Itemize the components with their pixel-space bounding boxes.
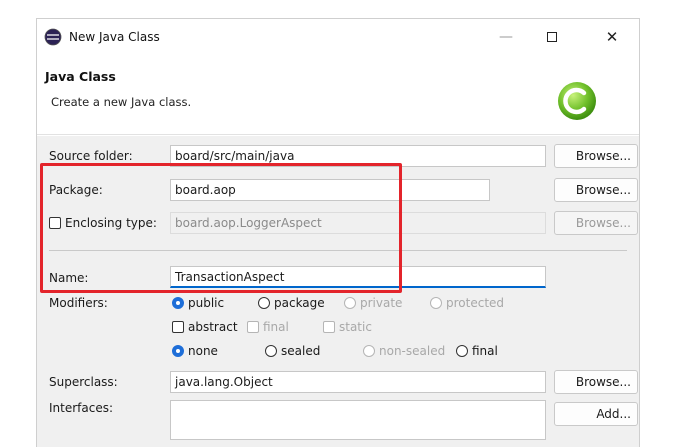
title-bar: New Java Class — ✕: [37, 19, 639, 55]
banner-title: Java Class: [45, 69, 116, 84]
modifier-protected-radio: protected: [430, 296, 504, 310]
kind-non-sealed-radio: non-sealed: [363, 344, 445, 358]
radio-icon: [430, 297, 442, 309]
background-caption: [0, 0, 676, 14]
radio-icon: [344, 297, 356, 309]
radio-icon: [456, 345, 468, 357]
radio-icon: [265, 345, 277, 357]
modifier-final-checkbox: final: [247, 320, 289, 334]
radio-selected-icon: [172, 297, 184, 309]
modifiers-label: Modifiers:: [49, 296, 108, 310]
modifier-public-radio[interactable]: public: [172, 296, 224, 310]
checkbox-icon: [247, 321, 259, 333]
window-title: New Java Class: [69, 30, 160, 44]
source-folder-browse-button[interactable]: Browse...: [554, 144, 638, 168]
name-label: Name:: [49, 271, 89, 285]
class-name-field[interactable]: TransactionAspect: [170, 266, 546, 288]
kind-none-radio[interactable]: none: [172, 344, 218, 358]
enclosing-type-checkbox[interactable]: [49, 217, 61, 229]
package-label: Package:: [49, 183, 103, 197]
source-folder-label: Source folder:: [49, 149, 133, 163]
kind-sealed-radio[interactable]: sealed: [265, 344, 320, 358]
radio-icon: [363, 345, 375, 357]
minimize-button[interactable]: —: [483, 19, 529, 55]
interfaces-add-button[interactable]: Add...: [554, 402, 638, 426]
wizard-banner: Java Class Create a new Java class.: [37, 55, 639, 135]
checkbox-icon: [172, 321, 184, 333]
enclosing-type-label: Enclosing type:: [65, 216, 157, 230]
modifier-package-radio[interactable]: package: [258, 296, 325, 310]
radio-icon: [258, 297, 270, 309]
cropped-caption-graphic: [36, 0, 336, 6]
java-class-wizard-icon: [558, 82, 596, 120]
radio-selected-icon: [172, 345, 184, 357]
modifier-private-radio: private: [344, 296, 402, 310]
eclipse-app-icon: [44, 28, 62, 46]
maximize-icon: [547, 32, 557, 42]
section-divider: [49, 250, 627, 251]
enclosing-type-browse-button: Browse...: [554, 211, 638, 235]
enclosing-type-field: board.aop.LoggerAspect: [170, 212, 546, 234]
maximize-button[interactable]: [529, 19, 575, 55]
close-button[interactable]: ✕: [589, 19, 635, 55]
modifier-static-checkbox: static: [323, 320, 372, 334]
interfaces-label: Interfaces:: [49, 401, 114, 415]
source-folder-field[interactable]: board/src/main/java: [170, 145, 546, 167]
kind-final-radio[interactable]: final: [456, 344, 498, 358]
modifier-abstract-checkbox[interactable]: abstract: [172, 320, 238, 334]
interfaces-list[interactable]: [170, 400, 546, 440]
package-field[interactable]: board.aop: [170, 179, 490, 201]
new-java-class-dialog: New Java Class — ✕ Java Class Create a n…: [36, 18, 640, 447]
form-area: Source folder: board/src/main/java Brows…: [37, 136, 639, 447]
superclass-field[interactable]: java.lang.Object: [170, 371, 546, 393]
enclosing-type-option[interactable]: Enclosing type:: [49, 216, 157, 230]
superclass-browse-button[interactable]: Browse...: [554, 370, 638, 394]
superclass-label: Superclass:: [49, 375, 118, 389]
banner-subtitle: Create a new Java class.: [51, 95, 192, 109]
package-browse-button[interactable]: Browse...: [554, 178, 638, 202]
checkbox-icon: [323, 321, 335, 333]
